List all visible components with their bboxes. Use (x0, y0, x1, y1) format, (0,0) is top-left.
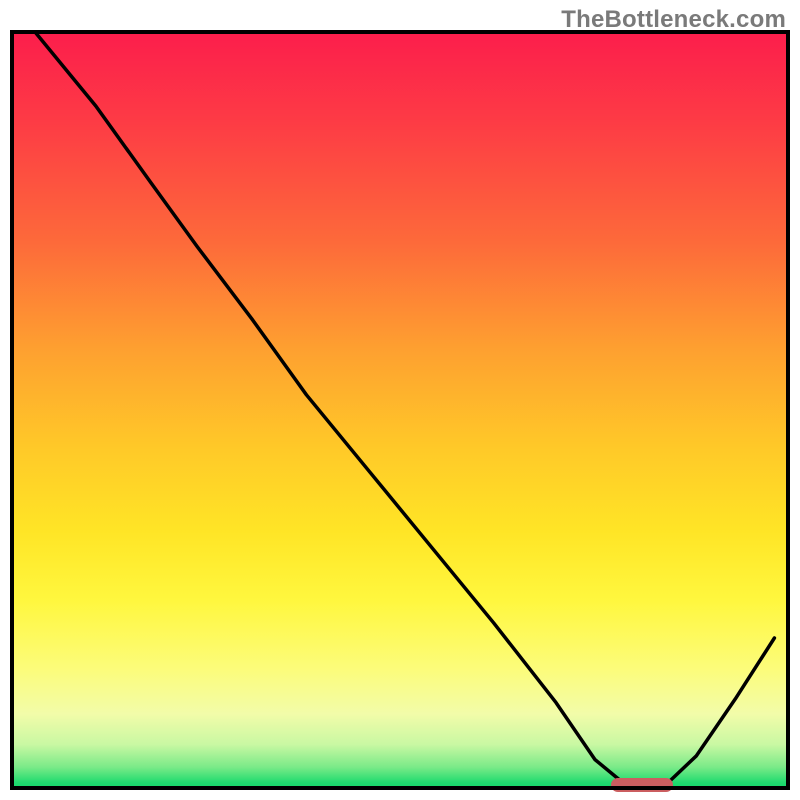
chart-container: TheBottleneck.com (0, 0, 800, 800)
plot (10, 30, 790, 790)
optimum-marker (611, 778, 673, 792)
line-curve (10, 30, 790, 790)
